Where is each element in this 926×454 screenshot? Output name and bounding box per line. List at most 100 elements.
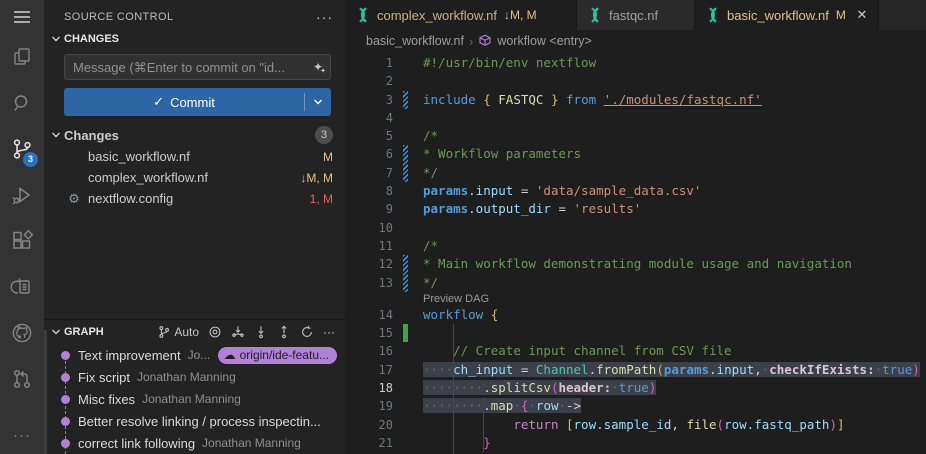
line-number: 18: [345, 379, 393, 397]
code-line[interactable]: 18········.splitCsv(header:·true): [345, 379, 926, 397]
editor-tab[interactable]: basic_workflow.nf M ✕: [695, 0, 879, 30]
code-line[interactable]: 1#!/usr/bin/env nextflow: [345, 54, 926, 72]
commit-message-input[interactable]: [65, 60, 311, 75]
code-line[interactable]: 19········.map·{·row·->: [345, 397, 926, 415]
github-icon[interactable]: [0, 310, 44, 356]
code-line[interactable]: 7*/: [345, 164, 926, 182]
graph-title: GRAPH: [64, 326, 104, 338]
changes-count-badge: 3: [315, 126, 333, 144]
pull-icon[interactable]: [254, 325, 268, 339]
code-line[interactable]: 17····ch_input = Channel.fromPath(params…: [345, 361, 926, 379]
file-name: complex_workflow.nf: [88, 170, 208, 185]
chevron-right-icon: ›: [469, 34, 473, 49]
line-number: 9: [345, 200, 393, 218]
code-line[interactable]: 3include { FASTQC } from './modules/fast…: [345, 91, 926, 109]
editor-tab[interactable]: complex_workflow.nf↓M, M: [345, 0, 577, 30]
line-number: 14: [345, 306, 393, 324]
git-gutter-marker: [403, 145, 408, 163]
code-line[interactable]: 13*/: [345, 274, 926, 292]
line-number: 6: [345, 145, 393, 163]
activity-more-icon[interactable]: ···: [0, 416, 44, 454]
code-line[interactable]: 20 return [row.sample_id, file(row.fastq…: [345, 416, 926, 434]
code-line[interactable]: 8params.input = 'data/sample_data.csv': [345, 182, 926, 200]
code-line[interactable]: 9params.output_dir = 'results': [345, 200, 926, 218]
explorer-icon[interactable]: [0, 34, 44, 80]
editor-tab[interactable]: fastqc.nf: [577, 0, 695, 30]
changed-file-row[interactable]: basic_workflow.nfM: [44, 146, 345, 167]
git-status-decoration: M: [315, 150, 333, 164]
changes-list-header[interactable]: Changes 3: [44, 124, 345, 146]
tab-label: basic_workflow.nf: [727, 8, 829, 23]
commit-title: correct link following: [78, 436, 195, 451]
changes-file-list: basic_workflow.nfM complex_workflow.nf ↓M,…: [44, 146, 345, 209]
code-area[interactable]: 1#!/usr/bin/env nextflow23include { FAST…: [345, 52, 926, 454]
graph-target-icon[interactable]: [208, 325, 222, 339]
fetch-icon[interactable]: [231, 325, 245, 339]
sparkle-icon[interactable]: ✦✦: [311, 60, 330, 74]
pull-request-icon[interactable]: [0, 356, 44, 402]
changed-file-row[interactable]: complex_workflow.nf ↓M, M: [44, 167, 345, 188]
breadcrumb-symbol[interactable]: workflow <entry>: [497, 34, 591, 48]
changes-section-header[interactable]: CHANGES: [44, 28, 345, 50]
commit-dot-icon: [61, 439, 70, 448]
code-line[interactable]: 14workflow {: [345, 306, 926, 324]
commit-dot-icon: [61, 395, 70, 404]
line-number: 11: [345, 237, 393, 255]
code-line[interactable]: 10: [345, 219, 926, 237]
docs-refresh-icon[interactable]: [0, 264, 44, 310]
run-debug-icon[interactable]: [0, 172, 44, 218]
commit-dot-icon: [61, 417, 70, 426]
commit-title: Misc fixes: [78, 392, 135, 407]
code-line[interactable]: 21 }: [345, 434, 926, 452]
commit-button[interactable]: ✓ Commit: [64, 88, 331, 116]
git-gutter-marker: [403, 91, 408, 109]
code-line[interactable]: 5/*: [345, 127, 926, 145]
commit-row[interactable]: Misc fixesJonathan Manning: [44, 388, 345, 410]
commit-row[interactable]: Text improvementJo...☁origin/ide-featu..…: [44, 344, 345, 366]
code-line[interactable]: 12* Main workflow demonstrating module u…: [345, 255, 926, 273]
line-number: 5: [345, 127, 393, 145]
indent-guide: [453, 324, 454, 454]
code-line[interactable]: 6* Workflow parameters: [345, 145, 926, 163]
commit-row[interactable]: correct link followingJonathan Manning: [44, 432, 345, 454]
git-status-decoration: ↓M, M: [292, 171, 333, 185]
line-number: 7: [345, 164, 393, 182]
commit-dropdown-icon[interactable]: [305, 97, 331, 107]
tab-label: fastqc.nf: [609, 8, 658, 23]
code-line[interactable]: 2: [345, 72, 926, 90]
branch-badge[interactable]: ☁origin/ide-featu...: [218, 347, 337, 364]
graph-auto-toggle[interactable]: Auto: [157, 325, 199, 339]
code-line[interactable]: 16 // Create input channel from CSV file: [345, 342, 926, 360]
search-icon[interactable]: [0, 80, 44, 126]
activity-bar: 3 ···: [0, 0, 44, 454]
graph-more-icon[interactable]: ···: [323, 325, 335, 339]
vscode-window: 3 ··· SOURCE CONTROL ··· CHANGES: [0, 0, 926, 454]
commit-row[interactable]: Fix scriptJonathan Manning: [44, 366, 345, 388]
tab-git-decoration: M: [836, 8, 846, 22]
codelens-preview-dag[interactable]: Preview DAG: [345, 292, 926, 306]
nextflow-file-icon: [355, 7, 371, 23]
tab-git-decoration: ↓M, M: [504, 8, 537, 22]
push-icon[interactable]: [277, 325, 291, 339]
code-line[interactable]: 15: [345, 324, 926, 342]
commit-list: Text improvementJo...☁origin/ide-featu..…: [44, 344, 345, 454]
gear-icon: ⚙: [68, 192, 80, 205]
git-gutter-marker: [403, 164, 408, 182]
commit-title: Fix script: [78, 370, 130, 385]
commit-row[interactable]: Better resolve linking / process inspect…: [44, 410, 345, 432]
refresh-icon[interactable]: [300, 325, 314, 339]
changed-file-row[interactable]: ⚙nextflow.config1, M: [44, 188, 345, 209]
commit-dot-icon: [61, 351, 70, 360]
sidebar-more-icon[interactable]: ···: [316, 9, 333, 25]
extensions-icon[interactable]: [0, 218, 44, 264]
close-icon[interactable]: ✕: [856, 7, 868, 23]
breadcrumb-file[interactable]: basic_workflow.nf: [366, 34, 464, 48]
source-control-icon[interactable]: 3: [0, 126, 44, 172]
code-line[interactable]: 4: [345, 109, 926, 127]
line-number: 12: [345, 255, 393, 273]
tab-bar: complex_workflow.nf↓M, M fastqc.nf basic_w…: [345, 0, 926, 30]
code-line[interactable]: 11/*: [345, 237, 926, 255]
menu-icon[interactable]: [0, 0, 44, 34]
editor-group: complex_workflow.nf↓M, M fastqc.nf basic_w…: [345, 0, 926, 454]
commit-title: Better resolve linking / process inspect…: [78, 414, 321, 429]
